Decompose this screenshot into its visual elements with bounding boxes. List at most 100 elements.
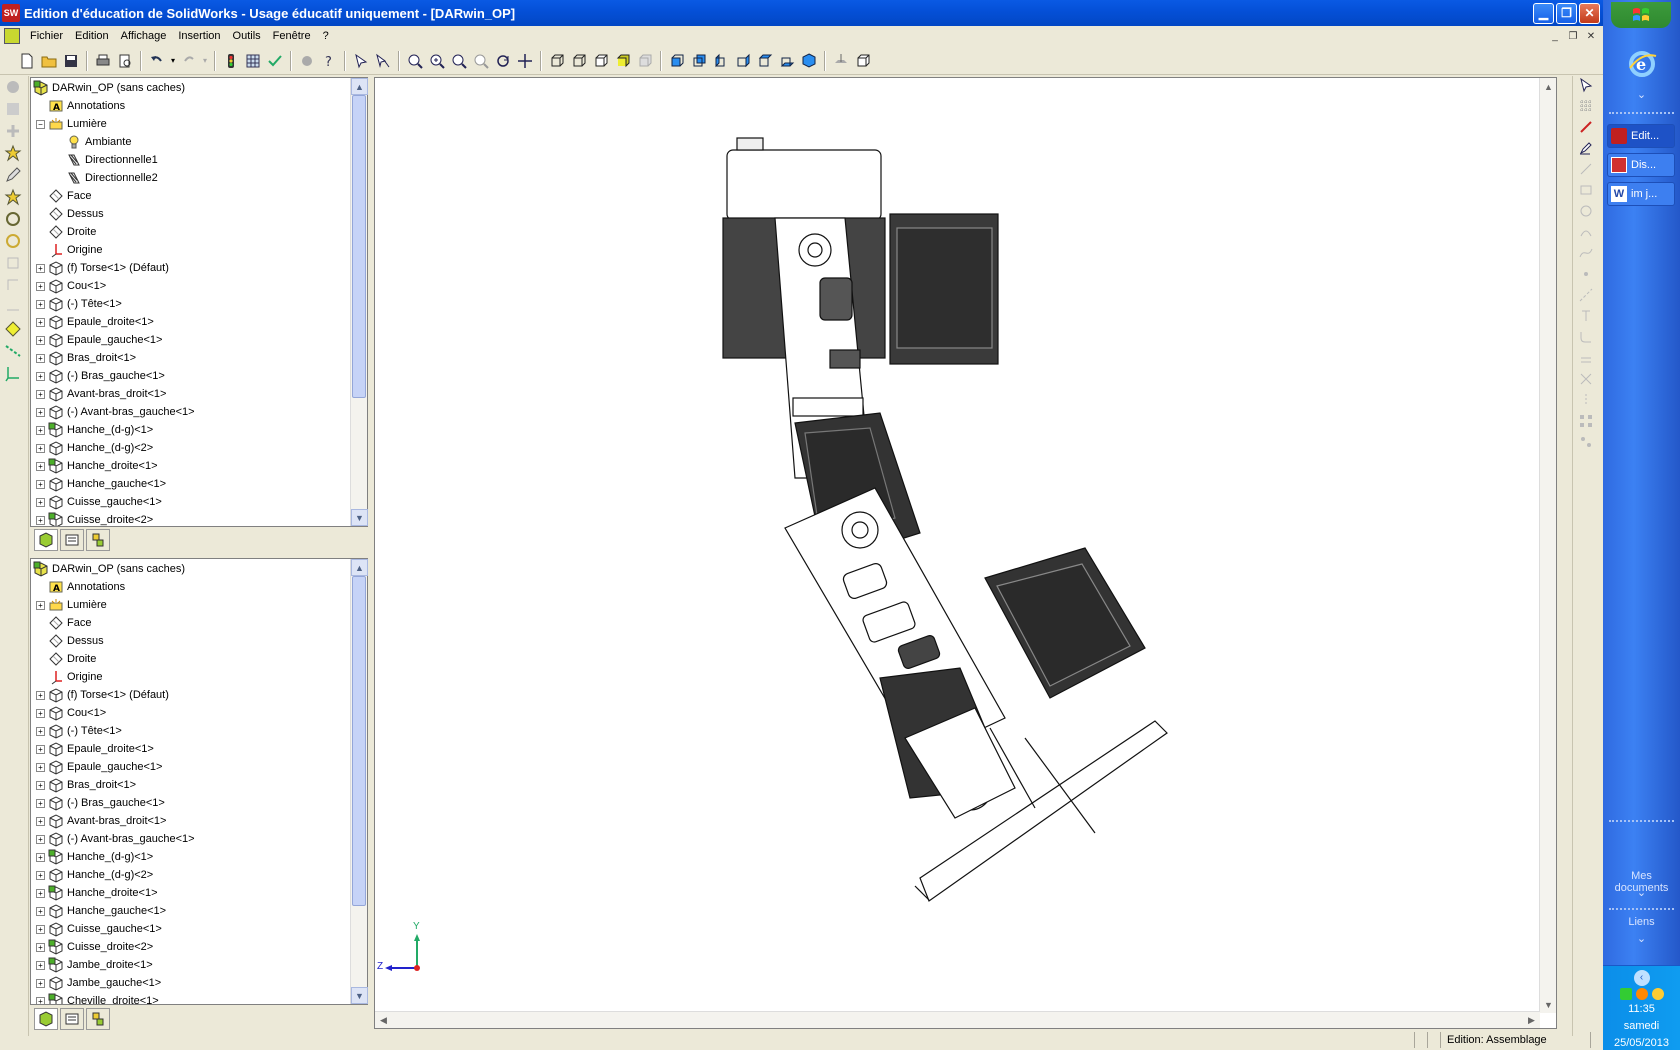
expand-toggle[interactable]: + — [36, 425, 45, 435]
check-button[interactable] — [264, 50, 286, 72]
feature-button[interactable] — [4, 254, 24, 274]
mirror-tool-button[interactable] — [1578, 392, 1598, 412]
expand-toggle[interactable]: + — [36, 353, 45, 363]
collapse-toggle[interactable]: − — [36, 119, 45, 129]
mdi-minimize-button[interactable]: _ — [1547, 29, 1563, 43]
menu-insertion[interactable]: Insertion — [172, 30, 226, 42]
toolbar-chevron[interactable]: ⌄ — [1603, 886, 1680, 899]
tree-node[interactable]: + Cuisse_droite<2> — [31, 511, 350, 526]
title-bar[interactable]: SW Edition d'éducation de SolidWorks - U… — [0, 0, 1603, 26]
menu-help[interactable]: ? — [317, 30, 335, 42]
circle-tool-button[interactable] — [1578, 203, 1598, 223]
interference-button[interactable] — [4, 210, 24, 230]
zoom-in-button[interactable] — [448, 50, 470, 72]
new-file-button[interactable] — [16, 50, 38, 72]
pan-button[interactable] — [514, 50, 536, 72]
tab-feature-manager[interactable] — [34, 1008, 58, 1030]
tree-node[interactable]: + Hanche_droite<1> — [31, 884, 350, 902]
tree-node[interactable]: A Annotations — [31, 578, 350, 596]
menu-outils[interactable]: Outils — [227, 30, 267, 42]
scroll-up-button[interactable]: ▲ — [1540, 78, 1556, 95]
scroll-thumb[interactable] — [352, 95, 366, 398]
document-icon[interactable] — [4, 28, 20, 44]
tree-node[interactable]: Droite — [31, 223, 350, 241]
tree-node[interactable]: DARwin_OP (sans caches) — [31, 79, 350, 97]
select-arrow-button[interactable] — [1578, 77, 1598, 97]
rotate-view-button[interactable] — [492, 50, 514, 72]
menu-affichage[interactable]: Affichage — [115, 30, 173, 42]
move-component-button[interactable] — [4, 166, 24, 186]
view-isometric-button[interactable] — [798, 50, 820, 72]
tree-scrollbar-vertical[interactable]: ▲ ▼ — [350, 78, 368, 526]
zoom-out-button[interactable] — [470, 50, 492, 72]
expand-toggle[interactable]: + — [36, 708, 45, 718]
expand-toggle[interactable]: + — [36, 816, 45, 826]
grid-button[interactable] — [1578, 98, 1598, 118]
tree-node[interactable]: Face — [31, 187, 350, 205]
taskbar-button-display[interactable]: Dis... — [1607, 153, 1675, 177]
scroll-down-button[interactable]: ▼ — [351, 987, 368, 1004]
rectangle-tool-button[interactable] — [1578, 182, 1598, 202]
view-top-button[interactable] — [754, 50, 776, 72]
fillet-tool-button[interactable] — [1578, 329, 1598, 349]
select-other-button[interactable] — [372, 50, 394, 72]
arc-tool-button[interactable] — [1578, 224, 1598, 244]
tab-property-manager[interactable] — [60, 1008, 84, 1030]
scroll-right-button[interactable]: ▶ — [1523, 1012, 1540, 1028]
text-tool-button[interactable] — [1578, 308, 1598, 328]
expand-toggle[interactable]: + — [36, 317, 45, 327]
expand-toggle[interactable]: + — [36, 978, 45, 988]
tree-node[interactable]: Directionnelle1 — [31, 151, 350, 169]
mdi-restore-button[interactable]: ❐ — [1565, 29, 1581, 43]
tree-node[interactable]: Directionnelle2 — [31, 169, 350, 187]
tree-node[interactable]: + Cuisse_droite<2> — [31, 938, 350, 956]
expand-toggle[interactable]: + — [36, 263, 45, 273]
tree-node[interactable]: + Hanche_(d-g)<1> — [31, 421, 350, 439]
shaded-edges-button[interactable] — [612, 50, 634, 72]
select-tool-button[interactable] — [296, 50, 318, 72]
expand-toggle[interactable]: + — [36, 942, 45, 952]
tree-node[interactable]: + Avant-bras_droit<1> — [31, 385, 350, 403]
expand-toggle[interactable]: + — [36, 389, 45, 399]
tree-node[interactable]: + Hanche_droite<1> — [31, 457, 350, 475]
tree-node[interactable]: Origine — [31, 241, 350, 259]
scroll-left-button[interactable]: ◀ — [375, 1012, 392, 1028]
start-button[interactable] — [1611, 2, 1671, 28]
tree-node[interactable]: DARwin_OP (sans caches) — [31, 560, 350, 578]
view-back-button[interactable] — [688, 50, 710, 72]
expand-toggle[interactable]: + — [36, 407, 45, 417]
tree-node[interactable]: + (-) Tête<1> — [31, 722, 350, 740]
expand-toggle[interactable]: + — [36, 762, 45, 772]
expand-toggle[interactable]: + — [36, 906, 45, 916]
tree-node[interactable]: + Lumière — [31, 596, 350, 614]
expand-toggle[interactable]: + — [36, 461, 45, 471]
offset-tool-button[interactable] — [1578, 350, 1598, 370]
view-right-button[interactable] — [732, 50, 754, 72]
tab-feature-manager[interactable] — [34, 529, 58, 551]
expand-toggle[interactable]: + — [36, 479, 45, 489]
expand-toggle[interactable]: + — [36, 996, 45, 1004]
internet-explorer-icon[interactable]: e — [1626, 48, 1658, 80]
mate-button[interactable] — [4, 122, 24, 142]
view-orientation-button[interactable] — [852, 50, 874, 72]
clock-time[interactable]: 11:35 — [1603, 1003, 1680, 1015]
redo-dropdown-button[interactable]: ▾ — [200, 50, 210, 72]
expand-toggle[interactable]: + — [36, 497, 45, 507]
tree-node[interactable]: + Hanche_(d-g)<2> — [31, 439, 350, 457]
tree-node[interactable]: + Cuisse_gauche<1> — [31, 493, 350, 511]
expand-toggle[interactable]: + — [36, 335, 45, 345]
tree-node[interactable]: + (-) Bras_gauche<1> — [31, 794, 350, 812]
tree-node[interactable]: + (f) Torse<1> (Défaut) — [31, 686, 350, 704]
open-file-button[interactable] — [38, 50, 60, 72]
pattern-tool-button[interactable] — [1578, 413, 1598, 433]
tree-node[interactable]: + Avant-bras_droit<1> — [31, 812, 350, 830]
tree-node[interactable]: + Hanche_(d-g)<2> — [31, 866, 350, 884]
smart-fastener-button[interactable] — [4, 144, 24, 164]
undo-dropdown-button[interactable]: ▾ — [168, 50, 178, 72]
scroll-thumb[interactable] — [352, 576, 366, 906]
zoom-area-button[interactable] — [426, 50, 448, 72]
centerline-tool-button[interactable] — [1578, 287, 1598, 307]
undo-button[interactable] — [146, 50, 168, 72]
view-left-button[interactable] — [710, 50, 732, 72]
tree-node[interactable]: − Lumière — [31, 115, 350, 133]
